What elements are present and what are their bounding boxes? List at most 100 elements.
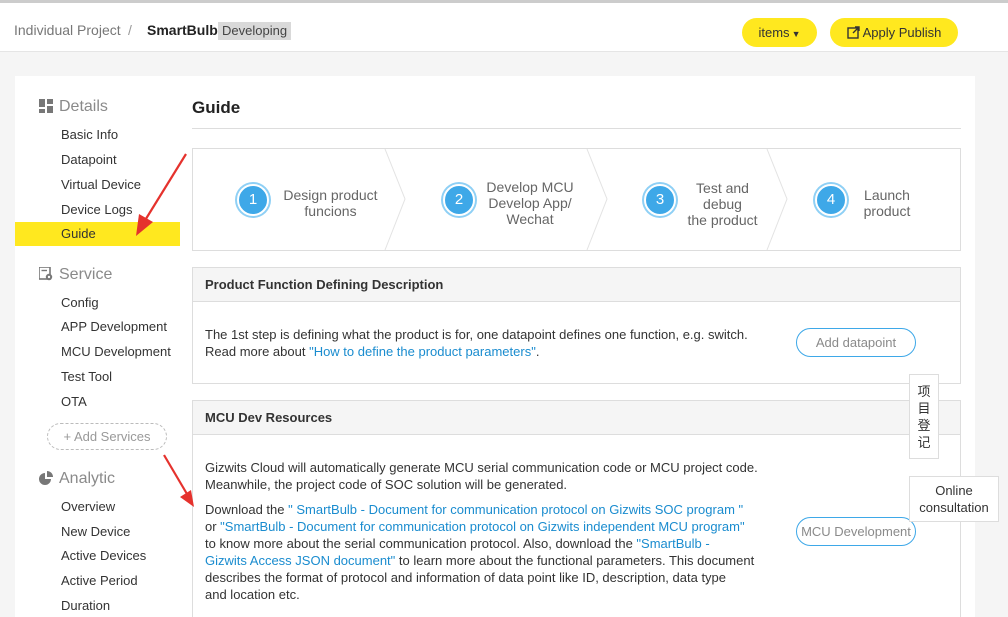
sidebar-item-active-period[interactable]: Active Period — [15, 569, 180, 593]
register-char: 项 — [917, 384, 931, 399]
step-label-line: Design product — [283, 187, 378, 203]
page-title: Guide — [192, 98, 241, 117]
description-line: or "SmartBulb - Document for communicati… — [205, 518, 775, 535]
step-2[interactable]: 2 Develop MCU Develop App/ Wechat — [408, 149, 586, 250]
title-divider — [192, 128, 961, 129]
description-line: Download the " SmartBulb - Document for … — [205, 501, 775, 518]
main-content: Guide 1 Design product funcions 2 Develo… — [180, 76, 975, 617]
step-label-line: Test and — [696, 180, 749, 196]
soc-protocol-doc-link[interactable]: " SmartBulb - Document for communication… — [288, 502, 743, 517]
add-datapoint-button[interactable]: Add datapoint — [796, 328, 916, 357]
description-line: Gizwits Cloud will automatically generat… — [205, 460, 758, 475]
project-register-widget[interactable]: 项 目 登 记 — [909, 374, 939, 459]
consult-label-line: consultation — [919, 500, 989, 515]
sidebar-item-new-device[interactable]: New Device — [15, 520, 180, 544]
pie-chart-icon — [39, 471, 53, 485]
mcu-download-text: Download the " SmartBulb - Document for … — [205, 501, 775, 603]
json-doc-link-continued[interactable]: Gizwits Access JSON document" — [205, 553, 395, 568]
step-label-line: debug — [703, 196, 742, 212]
sidebar-item-active-devices[interactable]: Active Devices — [15, 544, 180, 568]
step-label-line: Launch — [864, 187, 910, 203]
description-text: to learn more about the functional param… — [395, 553, 755, 568]
description-line: Read more about "How to define the produ… — [205, 343, 785, 360]
register-char: 目 — [917, 401, 931, 416]
sidebar-item-virtual-device[interactable]: Virtual Device — [15, 173, 180, 197]
step-number-badge: 1 — [237, 184, 269, 216]
caret-down-icon: ▼ — [791, 29, 801, 39]
description-text: or — [205, 519, 221, 534]
panel-title: Product Function Defining Description — [193, 268, 960, 302]
mcu-intro-text: Gizwits Cloud will automatically generat… — [205, 459, 775, 493]
step-number-badge: 3 — [644, 184, 676, 216]
step-label-line: product — [863, 203, 911, 219]
section-details-title: Details — [59, 98, 108, 115]
sidebar-item-app-development[interactable]: APP Development — [15, 315, 180, 339]
service-gear-icon — [39, 267, 53, 281]
step-4[interactable]: 4 Launch product — [790, 149, 960, 250]
section-service: Service — [39, 266, 112, 284]
breadcrumb-separator: / — [128, 22, 132, 38]
step-label: Launch product — [852, 187, 922, 219]
product-function-description: The 1st step is defining what the produc… — [205, 326, 785, 360]
sidebar: Details Basic Info Datapoint Virtual Dev… — [15, 76, 180, 617]
step-label: Develop MCU Develop App/ Wechat — [480, 179, 580, 227]
sidebar-item-mcu-development[interactable]: MCU Development — [15, 340, 180, 364]
sidebar-item-overview[interactable]: Overview — [15, 495, 180, 519]
step-divider-chevron — [586, 149, 608, 250]
consult-label-line: Online — [935, 483, 973, 498]
define-parameters-link[interactable]: "How to define the product parameters" — [309, 344, 536, 359]
step-number-badge: 4 — [815, 184, 847, 216]
register-char: 记 — [917, 435, 931, 450]
status-badge: Developing — [218, 22, 292, 40]
step-label: Design product funcions — [273, 187, 388, 219]
description-text: to know more about the serial communicat… — [205, 536, 637, 551]
mcu-development-button[interactable]: MCU Development — [796, 517, 916, 546]
description-line: Gizwits Access JSON document" to learn m… — [205, 552, 775, 569]
sidebar-item-test-tool[interactable]: Test Tool — [15, 365, 180, 389]
step-number-badge: 2 — [443, 184, 475, 216]
section-details: Details — [39, 98, 108, 116]
panel-title: MCU Dev Resources — [193, 401, 960, 435]
description-line: to know more about the serial communicat… — [205, 535, 775, 552]
section-analytic: Analytic — [39, 470, 115, 488]
step-label-line: Develop App/ — [488, 195, 572, 211]
external-link-icon — [846, 26, 860, 39]
mcu-dev-resources-panel: MCU Dev Resources Gizwits Cloud will aut… — [192, 400, 961, 617]
description-text: . — [535, 344, 540, 359]
step-label-line: the product — [687, 212, 758, 228]
items-dropdown-button[interactable]: items ▼ — [742, 18, 817, 47]
sidebar-item-datapoint[interactable]: Datapoint — [15, 148, 180, 172]
step-label-line: Develop MCU — [486, 179, 574, 195]
step-label: Test and debug the product — [680, 180, 765, 228]
sidebar-item-duration[interactable]: Duration — [15, 594, 180, 617]
top-bar: Individual Project / SmartBulb Developin… — [0, 0, 1008, 52]
section-analytic-title: Analytic — [59, 470, 116, 487]
json-doc-link[interactable]: "SmartBulb - — [636, 536, 709, 551]
sidebar-item-guide[interactable]: Guide — [15, 222, 180, 246]
mcu-protocol-doc-link[interactable]: "SmartBulb - Document for communication … — [220, 519, 744, 534]
step-3[interactable]: 3 Test and debug the product — [610, 149, 766, 250]
description-text: Download the — [205, 502, 289, 517]
register-char: 登 — [917, 418, 931, 433]
online-consultation-widget[interactable]: Online consultation — [909, 476, 999, 522]
dashboard-icon — [39, 99, 53, 113]
step-divider-chevron — [766, 149, 788, 250]
step-label-line: funcions — [304, 203, 357, 219]
description-line: and location etc. — [205, 587, 300, 602]
breadcrumb-current: SmartBulb — [147, 22, 218, 38]
apply-publish-label: Apply Publish — [862, 25, 942, 40]
breadcrumb-parent[interactable]: Individual Project — [14, 22, 121, 38]
sidebar-item-config[interactable]: Config — [15, 291, 180, 315]
add-services-button[interactable]: + Add Services — [47, 423, 167, 450]
apply-publish-button[interactable]: Apply Publish — [830, 18, 958, 47]
sidebar-item-basic-info[interactable]: Basic Info — [15, 123, 180, 147]
description-line: Meanwhile, the project code of SOC solut… — [205, 477, 568, 492]
section-service-title: Service — [59, 266, 113, 283]
step-1[interactable]: 1 Design product funcions — [193, 149, 383, 250]
step-label-line: Wechat — [506, 211, 554, 227]
items-label: items — [758, 25, 790, 40]
sidebar-item-device-logs[interactable]: Device Logs — [15, 198, 180, 222]
sidebar-item-ota[interactable]: OTA — [15, 390, 180, 414]
description-text: Read more about — [205, 344, 310, 359]
description-line: The 1st step is defining what the produc… — [205, 327, 748, 342]
